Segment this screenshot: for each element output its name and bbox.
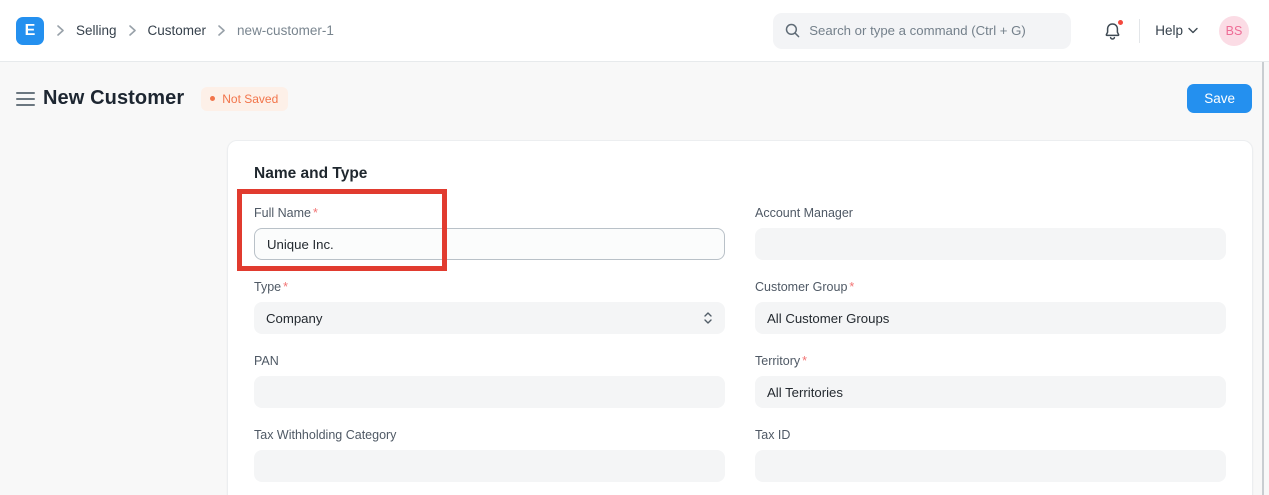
breadcrumb-new-customer: new-customer-1 xyxy=(237,23,334,38)
full-name-input[interactable] xyxy=(254,228,725,260)
type-select[interactable]: Company xyxy=(254,302,725,334)
field-tax-id: Tax ID xyxy=(755,428,1226,482)
required-asterisk: * xyxy=(849,280,854,294)
customer-group-label: Customer Group xyxy=(755,280,847,294)
search-input[interactable] xyxy=(809,23,1059,38)
type-select-value: Company xyxy=(266,311,322,326)
status-dot-icon xyxy=(210,96,215,101)
chevron-right-icon xyxy=(129,25,136,36)
user-avatar[interactable]: BS xyxy=(1219,16,1249,46)
chevron-down-icon xyxy=(1188,27,1198,34)
notifications-button[interactable] xyxy=(1103,21,1122,41)
avatar-initials: BS xyxy=(1226,24,1243,38)
type-label: Type xyxy=(254,280,281,294)
sidebar-toggle-icon[interactable] xyxy=(16,90,35,108)
territory-label: Territory xyxy=(755,354,800,368)
help-label: Help xyxy=(1155,23,1183,38)
field-customer-group: Customer Group* xyxy=(755,280,1226,334)
page-title: New Customer xyxy=(43,87,184,110)
tax-withholding-category-label: Tax Withholding Category xyxy=(254,428,396,442)
required-asterisk: * xyxy=(802,354,807,368)
chevron-right-icon xyxy=(57,25,64,36)
vertical-scrollbar[interactable] xyxy=(1262,62,1264,495)
logo-letter: E xyxy=(25,22,36,40)
full-name-label: Full Name xyxy=(254,206,311,220)
fields-grid: Full Name* Account Manager Type* Company xyxy=(254,206,1226,482)
customer-group-input[interactable] xyxy=(755,302,1226,334)
erpnext-logo-icon[interactable]: E xyxy=(16,17,44,45)
status-badge-label: Not Saved xyxy=(222,92,278,106)
section-title: Name and Type xyxy=(254,165,1226,183)
global-search[interactable] xyxy=(773,13,1071,49)
breadcrumb: Selling Customer new-customer-1 xyxy=(57,23,334,38)
chevron-right-icon xyxy=(218,25,225,36)
help-menu[interactable]: Help xyxy=(1155,23,1198,38)
tax-id-input[interactable] xyxy=(755,450,1226,482)
top-navbar: E Selling Customer new-customer-1 Help xyxy=(0,0,1269,62)
territory-input[interactable] xyxy=(755,376,1226,408)
select-caret-icon xyxy=(703,311,713,325)
field-account-manager: Account Manager xyxy=(755,206,1226,260)
status-badge: Not Saved xyxy=(201,87,288,111)
pan-input[interactable] xyxy=(254,376,725,408)
account-manager-label: Account Manager xyxy=(755,206,853,220)
account-manager-input[interactable] xyxy=(755,228,1226,260)
tax-id-label: Tax ID xyxy=(755,428,790,442)
notification-dot xyxy=(1117,19,1124,26)
breadcrumb-selling[interactable]: Selling xyxy=(76,23,117,38)
form-card: Name and Type Full Name* Account Manager… xyxy=(227,140,1253,495)
tax-withholding-category-input[interactable] xyxy=(254,450,725,482)
required-asterisk: * xyxy=(313,206,318,220)
field-tax-withholding-category: Tax Withholding Category xyxy=(254,428,725,482)
field-territory: Territory* xyxy=(755,354,1226,408)
save-button[interactable]: Save xyxy=(1187,84,1252,113)
field-type: Type* Company xyxy=(254,280,725,334)
field-full-name: Full Name* xyxy=(254,206,725,260)
field-pan: PAN xyxy=(254,354,725,408)
search-icon xyxy=(785,23,800,38)
navbar-divider xyxy=(1139,19,1140,43)
breadcrumb-customer[interactable]: Customer xyxy=(148,23,207,38)
required-asterisk: * xyxy=(283,280,288,294)
pan-label: PAN xyxy=(254,354,279,368)
page-header: New Customer Not Saved Save xyxy=(16,83,1252,114)
